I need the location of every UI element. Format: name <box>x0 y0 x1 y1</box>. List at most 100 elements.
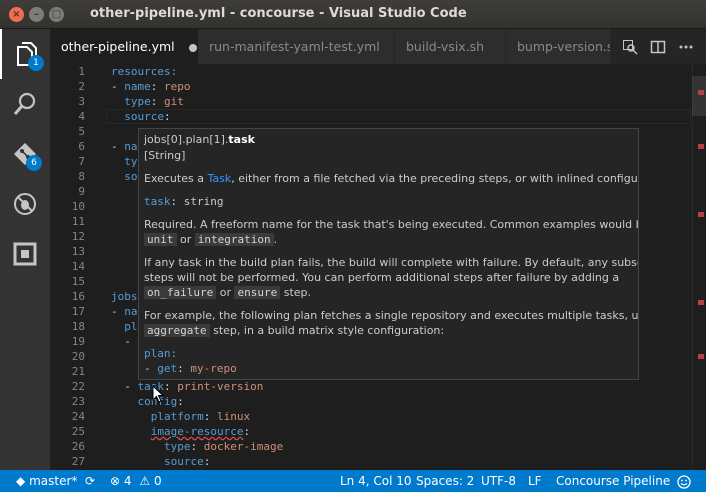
line-number: 6 <box>78 140 85 153</box>
tab-bar: other-pipeline.yml run-manifest-yaml-tes… <box>50 29 706 64</box>
cursor-position[interactable]: Ln 4, Col 10 <box>340 470 412 492</box>
more-actions-icon[interactable] <box>678 39 694 55</box>
hover-failure-text-2: steps will not be performed. You can per… <box>144 271 620 284</box>
maximize-window-button[interactable]: □ <box>49 7 64 22</box>
line-number: 24 <box>71 410 85 423</box>
tab-label: bump-version.s <box>517 39 610 54</box>
hover-description: Executes a Task, either from a file fetc… <box>144 172 639 185</box>
problems-summary[interactable]: ⊗ 4 ⚠ 0 <box>110 470 162 492</box>
files-icon[interactable]: 1 <box>0 29 50 79</box>
sync-icon[interactable]: ⟳ <box>85 470 95 492</box>
indentation[interactable]: Spaces: 2 <box>416 470 474 492</box>
tab-run-manifest[interactable]: run-manifest-yaml-test.yml <box>198 29 394 64</box>
minimize-window-button[interactable]: – <box>29 7 44 22</box>
code-line: source: <box>124 110 171 123</box>
code-line: - na <box>111 140 138 153</box>
hover-example-text-1: For example, the following plan fetches … <box>144 309 639 322</box>
editor-actions <box>610 29 706 64</box>
error-marker <box>698 300 704 305</box>
smiley-icon[interactable] <box>677 474 691 492</box>
line-number: 7 <box>78 155 85 168</box>
activity-bar: 1 6 <box>0 29 50 470</box>
hover-required-examples: unit or integration. <box>144 233 277 246</box>
line-number: 26 <box>71 440 85 453</box>
title-bar: × – □ other-pipeline.yml - concourse - V… <box>0 0 706 29</box>
debug-icon[interactable] <box>0 179 50 229</box>
hover-tooltip: jobs[0].plan[1].task [String] Executes a… <box>138 128 639 380</box>
dirty-indicator-icon[interactable] <box>188 43 197 52</box>
status-bar: ◆ master* ⟳ ⊗ 4 ⚠ 0 Ln 4, Col 10 Spaces:… <box>0 470 706 492</box>
code-line: resources: <box>111 65 178 78</box>
hover-failure-text-1: If any task in the build plan fails, the… <box>144 256 639 269</box>
source-control-icon[interactable]: 6 <box>0 129 50 179</box>
close-window-button[interactable]: × <box>9 7 24 22</box>
hover-code-plan: plan: <box>144 347 178 360</box>
code-line: ty <box>124 155 138 168</box>
error-marker <box>698 354 704 359</box>
code-line: type: git <box>124 95 184 108</box>
line-number: 21 <box>71 365 85 378</box>
git-branch[interactable]: ◆ master* <box>16 470 77 492</box>
line-number: 19 <box>71 335 85 348</box>
code-line: so <box>124 170 138 183</box>
line-number: 3 <box>78 95 85 108</box>
line-number: 20 <box>71 350 85 363</box>
explorer-badge: 1 <box>28 55 44 71</box>
window-title: other-pipeline.yml - concourse - Visual … <box>90 6 467 21</box>
line-number: 2 <box>78 80 85 93</box>
task-doc-link[interactable]: Task <box>207 172 231 185</box>
error-marker <box>698 90 704 95</box>
line-number: 17 <box>71 305 85 318</box>
code-line: type: docker-image <box>163 440 284 453</box>
error-marker <box>698 212 704 217</box>
error-icon: ⊗ <box>110 474 121 488</box>
code-line: source: <box>163 455 211 468</box>
code-line: - name: repo <box>111 80 191 93</box>
line-number: 11 <box>71 215 85 228</box>
split-editor-icon[interactable] <box>650 39 666 55</box>
hover-failure-text-3: on_failure or ensure step. <box>144 286 311 299</box>
line-number: 16 <box>71 290 85 303</box>
tab-build-vsix[interactable]: build-vsix.sh <box>395 29 505 64</box>
hover-type: [String] <box>144 149 186 162</box>
code-line: image-resource: <box>150 425 251 438</box>
code-line: platform: linux <box>150 410 251 423</box>
tab-label: build-vsix.sh <box>406 39 485 54</box>
hover-required-text: Required. A freeform name for the task t… <box>144 218 639 231</box>
mouse-pointer-icon <box>152 385 164 403</box>
code-line: - <box>124 335 138 348</box>
line-number: 8 <box>78 170 85 183</box>
line-number: 9 <box>78 185 85 198</box>
line-number: 4 <box>78 110 85 123</box>
hover-example-text-2: aggregate step, in a build matrix style … <box>144 324 444 337</box>
line-number: 10 <box>71 200 85 213</box>
extensions-icon[interactable] <box>0 229 50 279</box>
line-number: 14 <box>71 260 85 273</box>
scrollbar-thumb[interactable] <box>692 76 706 116</box>
encoding[interactable]: UTF-8 <box>481 470 516 492</box>
code-line: config: <box>137 395 184 408</box>
tab-bump-version[interactable]: bump-version.s <box>506 29 610 64</box>
line-number: 27 <box>71 455 85 468</box>
line-number: 15 <box>71 275 85 288</box>
error-marker <box>698 144 704 149</box>
code-line: jobs <box>111 290 138 303</box>
tab-other-pipeline[interactable]: other-pipeline.yml <box>50 29 198 64</box>
warning-icon: ⚠ <box>139 474 151 488</box>
hover-path: jobs[0].plan[1].task <box>144 133 255 146</box>
line-ending[interactable]: LF <box>528 470 542 492</box>
line-number: 12 <box>71 230 85 243</box>
code-line: - task: print-version <box>124 380 264 393</box>
line-number: 18 <box>71 320 85 333</box>
hover-code-get: - get: my-repo <box>144 362 237 375</box>
vertical-scrollbar[interactable] <box>692 64 706 470</box>
line-number: 5 <box>78 125 85 138</box>
source-control-badge: 6 <box>26 155 42 171</box>
line-number: 25 <box>71 425 85 438</box>
line-number: 1 <box>78 65 85 78</box>
language-mode[interactable]: Concourse Pipeline <box>556 470 670 492</box>
code-line: - na <box>111 305 138 318</box>
line-number: 23 <box>71 395 85 408</box>
search-icon[interactable] <box>0 79 50 129</box>
open-changes-icon[interactable] <box>622 39 638 55</box>
